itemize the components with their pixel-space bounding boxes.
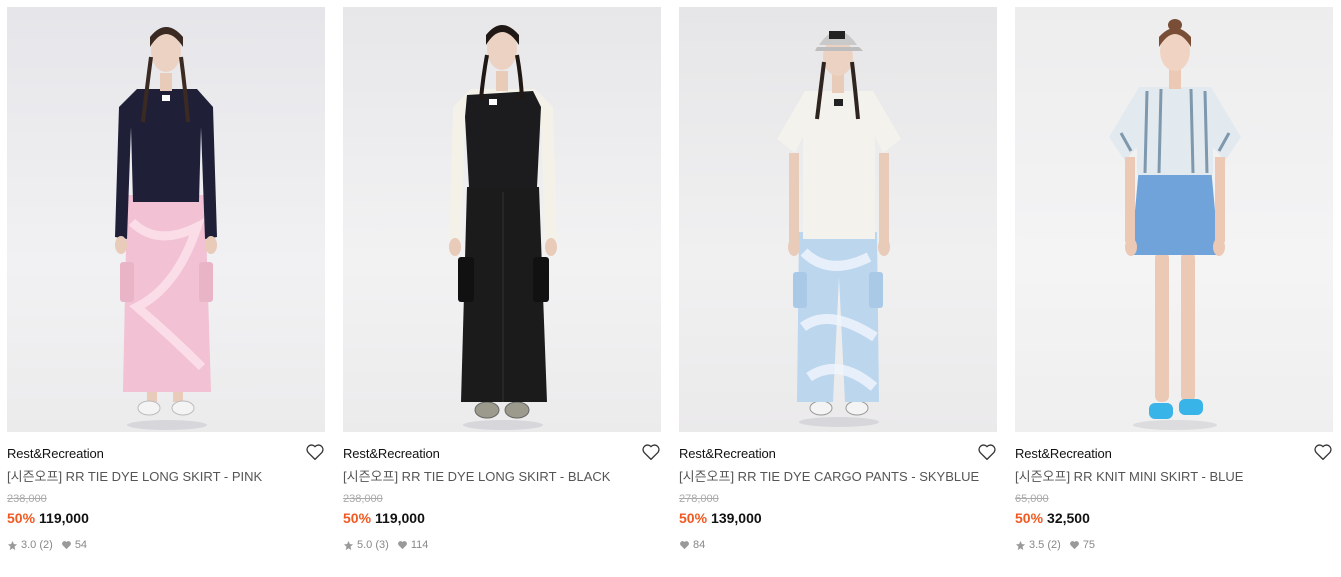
rating-value: 3.0 xyxy=(21,539,37,551)
review-count: (3) xyxy=(375,539,389,551)
product-card[interactable]: Rest&Recreation [시즌오프] RR TIE DYE LONG S… xyxy=(7,7,325,552)
heart-filled-icon xyxy=(1069,541,1079,550)
wishlist-heart-icon[interactable] xyxy=(641,443,661,461)
wishlist-heart-icon[interactable] xyxy=(1313,443,1333,461)
heart-filled-icon xyxy=(397,541,407,550)
product-title[interactable]: [시즌오프] RR TIE DYE CARGO PANTS - SKYBLUE xyxy=(679,469,997,485)
model-figure xyxy=(1109,19,1241,430)
rating-value: 5.0 xyxy=(357,539,373,551)
price-row: 50% 139,000 xyxy=(679,510,997,527)
product-card[interactable]: Rest&Recreation [시즌오프] RR TIE DYE LONG S… xyxy=(343,7,661,552)
heart-filled-icon xyxy=(680,541,689,550)
likes-count: 114 xyxy=(410,539,429,551)
product-info: Rest&Recreation [시즌오프] RR TIE DYE LONG S… xyxy=(343,432,661,552)
review-count: (2) xyxy=(1047,539,1061,551)
model-figure xyxy=(115,27,217,430)
likes-stat: 114 xyxy=(397,538,429,552)
product-info: Rest&Recreation [시즌오프] RR TIE DYE LONG S… xyxy=(7,432,325,552)
brand-name[interactable]: Rest&Recreation xyxy=(679,446,997,462)
star-icon xyxy=(343,540,354,550)
product-stats: 5.0 (3) 114 xyxy=(343,538,661,552)
product-info: Rest&Recreation [시즌오프] RR TIE DYE CARGO … xyxy=(679,432,997,552)
model-figure xyxy=(449,25,557,430)
wishlist-heart-icon[interactable] xyxy=(305,443,325,461)
product-title[interactable]: [시즌오프] RR KNIT MINI SKIRT - BLUE xyxy=(1015,469,1333,485)
product-stats: 3.0 (2) 54 xyxy=(7,538,325,552)
rating-stat: 3.5 (2) xyxy=(1015,538,1061,552)
price-row: 50% 32,500 xyxy=(1015,510,1333,527)
likes-count: 84 xyxy=(693,539,706,551)
original-price: 238,000 xyxy=(7,493,47,505)
likes-stat: 84 xyxy=(679,538,705,552)
product-grid: Rest&Recreation [시즌오프] RR TIE DYE LONG S… xyxy=(0,0,1341,577)
sale-price: 32,500 xyxy=(1047,510,1090,526)
sale-price: 139,000 xyxy=(711,510,762,526)
product-info: Rest&Recreation [시즌오프] RR KNIT MINI SKIR… xyxy=(1015,432,1333,552)
product-card[interactable]: Rest&Recreation [시즌오프] RR TIE DYE CARGO … xyxy=(679,7,997,552)
price-row: 50% 119,000 xyxy=(343,510,661,527)
product-image[interactable] xyxy=(343,7,661,432)
likes-stat: 75 xyxy=(1069,538,1095,552)
sale-price: 119,000 xyxy=(39,510,89,526)
wishlist-heart-icon[interactable] xyxy=(977,443,997,461)
likes-count: 75 xyxy=(1082,539,1096,551)
price-row: 50% 119,000 xyxy=(7,510,325,527)
original-price: 238,000 xyxy=(343,493,383,505)
model-figure xyxy=(777,31,901,427)
product-image[interactable] xyxy=(679,7,997,432)
product-card[interactable]: Rest&Recreation [시즌오프] RR KNIT MINI SKIR… xyxy=(1015,7,1333,552)
discount-rate: 50% xyxy=(1015,510,1044,526)
discount-rate: 50% xyxy=(7,510,36,526)
review-count: (2) xyxy=(39,539,53,551)
product-stats: 84 xyxy=(679,538,997,552)
product-image[interactable] xyxy=(1015,7,1333,432)
discount-rate: 50% xyxy=(679,510,708,526)
star-icon xyxy=(7,540,18,550)
product-title[interactable]: [시즌오프] RR TIE DYE LONG SKIRT - PINK xyxy=(7,469,325,485)
rating-value: 3.5 xyxy=(1029,539,1045,551)
brand-name[interactable]: Rest&Recreation xyxy=(7,446,325,462)
sale-price: 119,000 xyxy=(375,510,425,526)
original-price: 65,000 xyxy=(1015,493,1049,505)
brand-name[interactable]: Rest&Recreation xyxy=(343,446,661,462)
likes-count: 54 xyxy=(74,539,88,551)
rating-stat: 5.0 (3) xyxy=(343,538,389,552)
likes-stat: 54 xyxy=(61,538,87,552)
brand-name[interactable]: Rest&Recreation xyxy=(1015,446,1333,462)
product-image[interactable] xyxy=(7,7,325,432)
rating-stat: 3.0 (2) xyxy=(7,538,53,552)
star-icon xyxy=(1015,540,1026,550)
product-stats: 3.5 (2) 75 xyxy=(1015,538,1333,552)
product-title[interactable]: [시즌오프] RR TIE DYE LONG SKIRT - BLACK xyxy=(343,469,661,485)
original-price: 278,000 xyxy=(679,493,719,505)
heart-filled-icon xyxy=(61,541,71,550)
discount-rate: 50% xyxy=(343,510,372,526)
